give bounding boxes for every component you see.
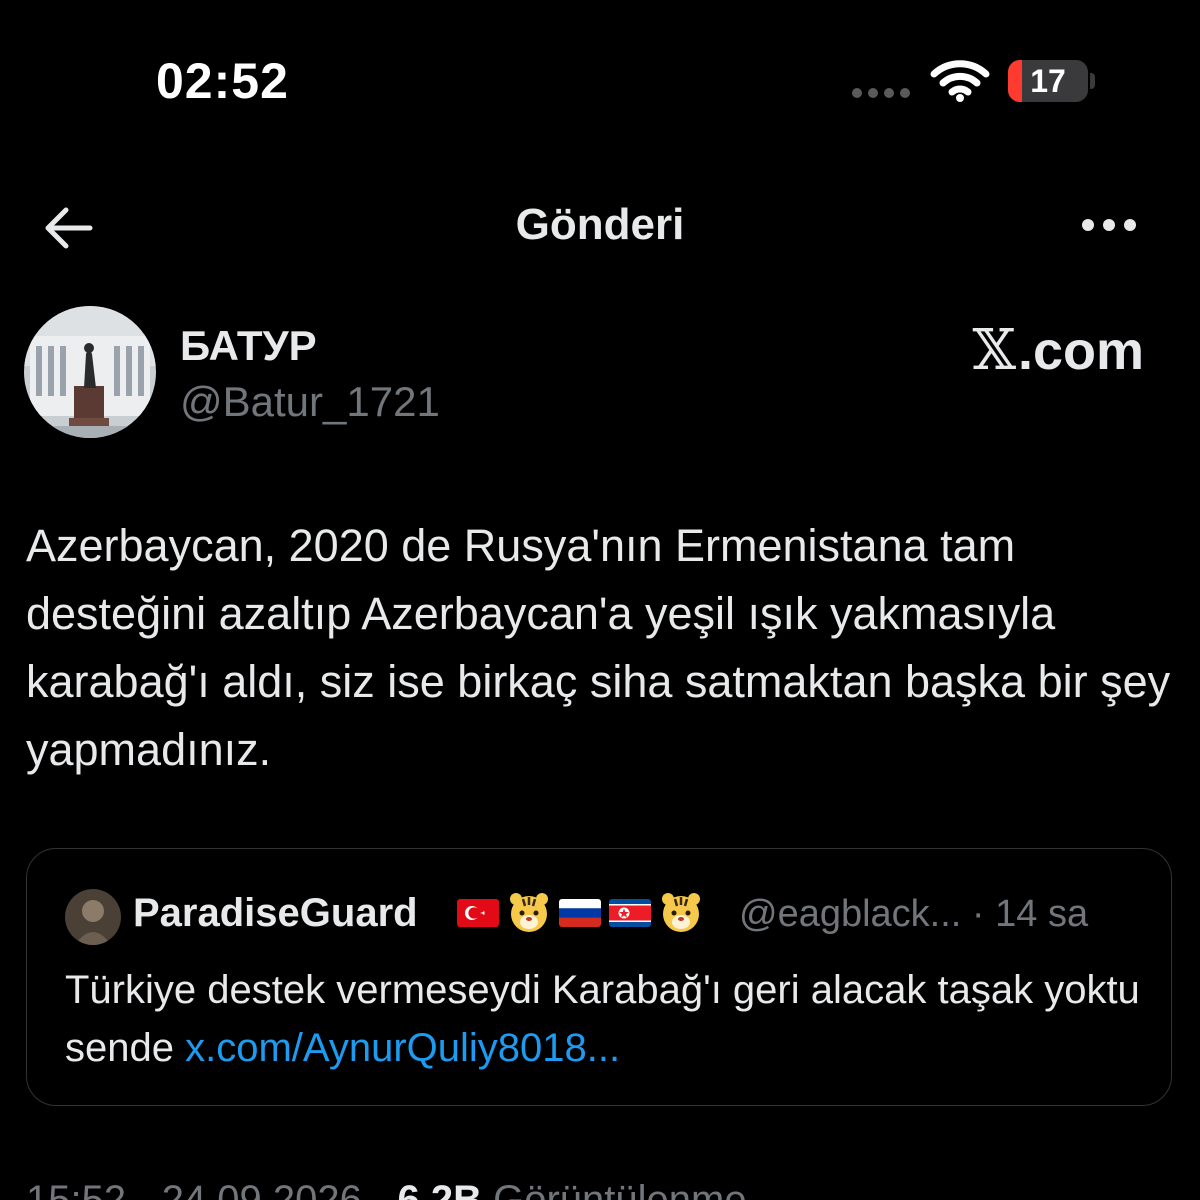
- post-date: 24.09.2026: [161, 1178, 362, 1200]
- status-time: 02:52: [156, 53, 289, 109]
- author-handle[interactable]: @Batur_1721: [180, 378, 440, 426]
- quoted-author-handle: @eagblack...: [739, 893, 962, 935]
- author-avatar[interactable]: [24, 306, 156, 438]
- source-watermark: 𝕏 .com: [973, 318, 1145, 383]
- post-meta: 15:52 · 24.09.2026 · 6,2B Görüntülenme: [26, 1178, 747, 1200]
- separator: ·: [373, 1178, 387, 1200]
- tiger-face-icon: [510, 893, 548, 932]
- quoted-author-emojis: [457, 891, 703, 935]
- more-options-button[interactable]: [1082, 210, 1142, 240]
- russia-flag-icon: [559, 899, 601, 927]
- quoted-post-time: 14 sa: [995, 893, 1089, 935]
- separator: ·: [137, 1178, 151, 1200]
- cellular-signal-icon: [852, 88, 910, 98]
- views-label: Görüntülenme: [493, 1178, 747, 1200]
- source-label: .com: [1017, 320, 1144, 381]
- page-title: Gönderi: [515, 200, 685, 249]
- battery-tip: [1090, 73, 1095, 89]
- turkey-flag-icon: [457, 899, 499, 927]
- post-time: 15:52: [26, 1178, 127, 1200]
- quoted-author-avatar: [65, 889, 121, 945]
- battery-percent: 17: [1030, 63, 1066, 99]
- battery-indicator: 17: [1008, 60, 1088, 102]
- quoted-post-text: Türkiye destek vermeseydi Karabağ'ı geri…: [65, 961, 1145, 1077]
- post-detail-screen: 02:52 17 Gönderi БАТУР @Batur_1721 𝕏 .co…: [0, 0, 1200, 1200]
- wifi-icon: [930, 60, 990, 102]
- quoted-post-link[interactable]: x.com/AynurQuliy8018...: [185, 1026, 620, 1070]
- x-logo-icon: 𝕏: [972, 318, 1016, 383]
- separator: ·: [971, 893, 985, 935]
- post-text: Azerbaycan, 2020 de Rusya'nın Ermenistan…: [26, 520, 1171, 775]
- more-horizontal-icon: [1082, 219, 1094, 231]
- quoted-author-name: ParadiseGuard: [133, 891, 418, 935]
- views-count: 6,2B: [397, 1178, 482, 1200]
- tiger-face-icon: [662, 893, 700, 932]
- author-name[interactable]: БАТУР: [180, 322, 317, 370]
- quoted-post-card[interactable]: ParadiseGuard @eagblack... · 14 sa Türki…: [26, 848, 1172, 1106]
- north-korea-flag-icon: [609, 899, 651, 927]
- quoted-author-handle-time: @eagblack... · 14 sa: [739, 893, 1088, 936]
